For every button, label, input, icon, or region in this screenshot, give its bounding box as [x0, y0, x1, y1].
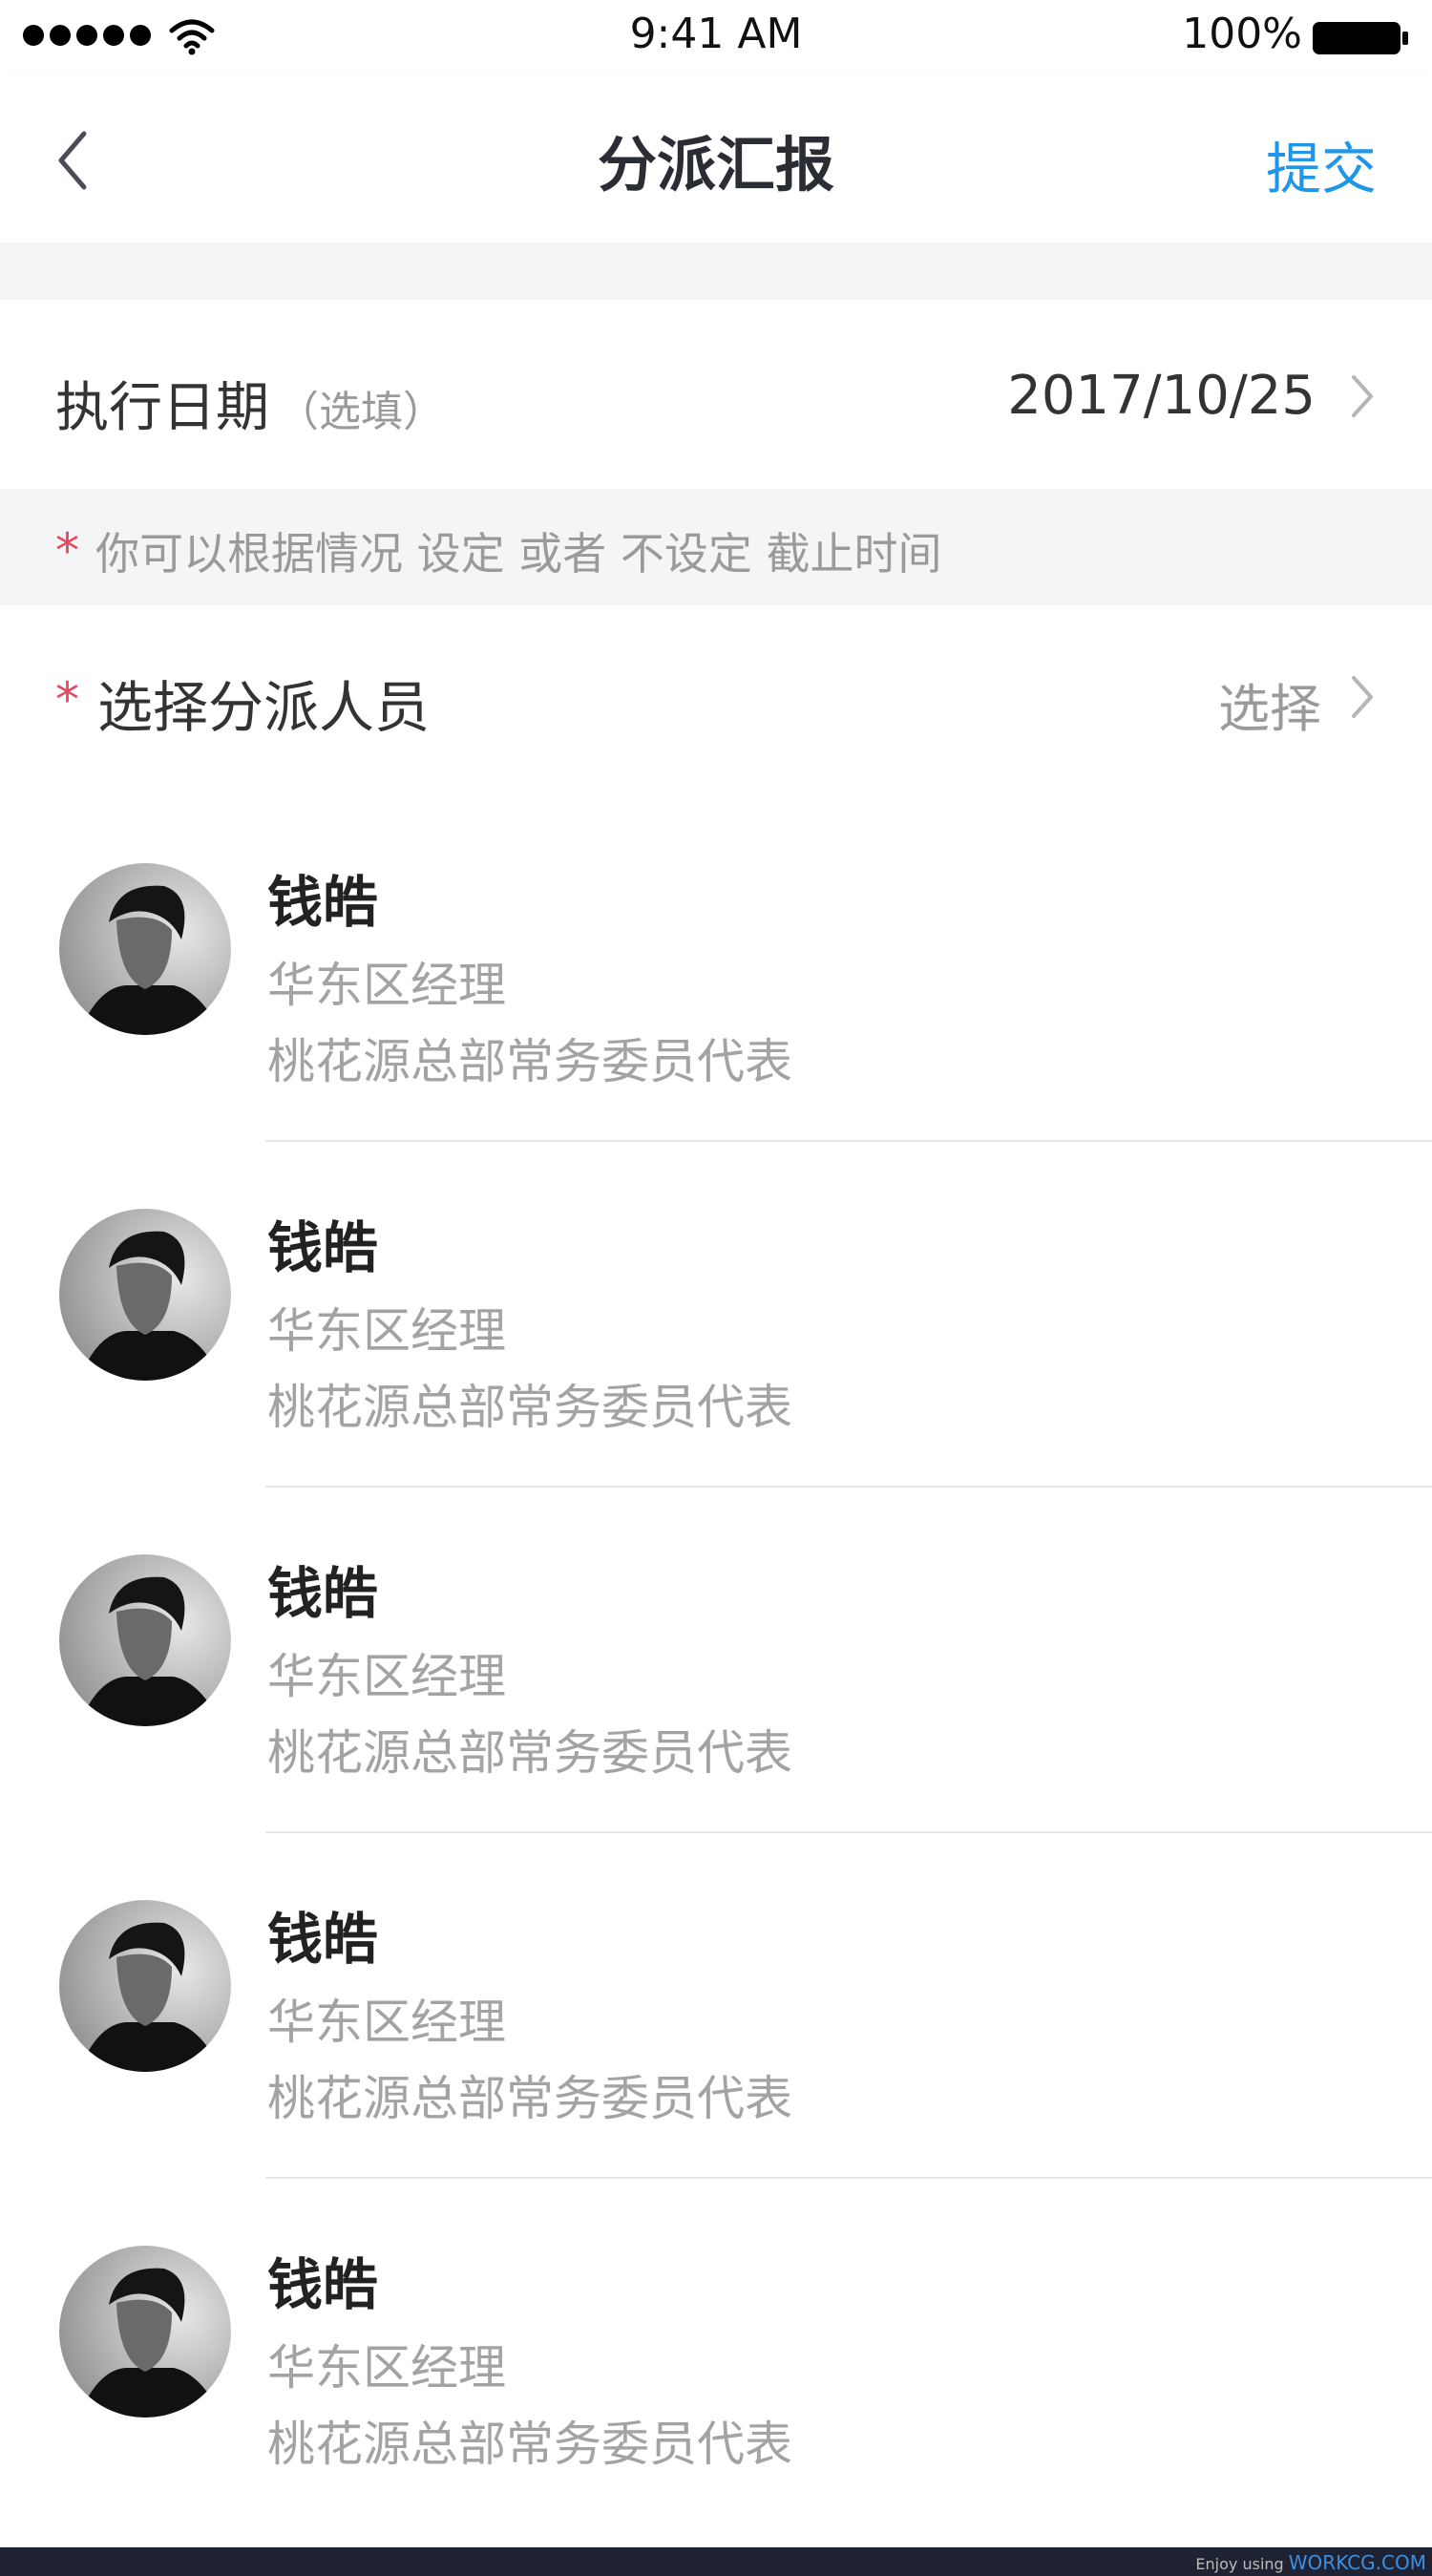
required-star: * — [55, 523, 79, 579]
footer-bar: Enjoy using WORKCG.COM — [0, 2547, 1432, 2576]
watermark: Enjoy using WORKCG.COM — [1195, 2551, 1426, 2574]
person-title: 华东区经理 — [267, 958, 506, 1013]
person-department: 桃花源总部常务委员代表 — [267, 1380, 792, 1435]
list-item[interactable]: 钱皓 华东区经理 桃花源总部常务委员代表 — [0, 1142, 1432, 1488]
select-assignee-row[interactable]: * 选择分派人员 选择 — [0, 605, 1432, 796]
submit-button[interactable]: 提交 — [1266, 124, 1377, 204]
select-assignee-button[interactable]: 选择 — [1218, 666, 1321, 742]
execution-date-label: 执行日期 （选填） — [55, 365, 445, 442]
avatar-image — [59, 2246, 231, 2418]
person-title: 华东区经理 — [267, 2340, 506, 2396]
navigation-bar: 分派汇报 提交 — [0, 76, 1432, 243]
optional-hint: （选填） — [277, 388, 445, 436]
avatar — [59, 1900, 231, 2072]
avatar-image — [59, 1900, 231, 2072]
battery-percentage: 100% — [1182, 10, 1302, 58]
person-title: 华东区经理 — [267, 1649, 506, 1704]
status-bar: 9:41 AM 100% — [0, 0, 1432, 76]
select-assignee-label: 选择分派人员 — [97, 675, 431, 740]
avatar — [59, 1209, 231, 1381]
chevron-right-icon — [1352, 375, 1373, 417]
required-star: * — [55, 672, 79, 728]
avatar-image — [59, 1209, 231, 1381]
person-department: 桃花源总部常务委员代表 — [267, 1034, 792, 1089]
list-item[interactable]: 钱皓 华东区经理 桃花源总部常务委员代表 — [0, 2179, 1432, 2524]
avatar-image — [59, 1554, 231, 1726]
battery-icon — [1313, 22, 1408, 54]
person-name: 钱皓 — [267, 1561, 379, 1626]
page-title: 分派汇报 — [597, 130, 834, 200]
person-name: 钱皓 — [267, 1215, 379, 1280]
list-item[interactable]: 钱皓 华东区经理 桃花源总部常务委员代表 — [0, 1488, 1432, 1833]
hint-text: 你可以根据情况 设定 或者 不设定 截止时间 — [95, 528, 942, 580]
watermark-brand: WORKCG.COM — [1288, 2551, 1426, 2574]
person-title: 华东区经理 — [267, 1995, 506, 2050]
avatar — [59, 1554, 231, 1726]
avatar — [59, 2246, 231, 2418]
watermark-prefix: Enjoy using — [1195, 2555, 1284, 2573]
person-name: 钱皓 — [267, 1907, 379, 1972]
execution-date-label-text: 执行日期 — [55, 377, 269, 439]
avatar-image — [59, 863, 231, 1035]
person-department: 桃花源总部常务委员代表 — [267, 1725, 792, 1781]
section-spacer — [0, 243, 1432, 300]
person-department: 桃花源总部常务委员代表 — [267, 2417, 792, 2472]
assignee-list: 钱皓 华东区经理 桃花源总部常务委员代表 钱皓 华东区经理 桃花源总部常务委员代… — [0, 796, 1432, 2524]
person-name: 钱皓 — [267, 870, 379, 935]
list-item[interactable]: 钱皓 华东区经理 桃花源总部常务委员代表 — [0, 1833, 1432, 2179]
execution-date-value[interactable]: 2017/10/25 — [1007, 365, 1316, 427]
deadline-hint: * 你可以根据情况 设定 或者 不设定 截止时间 — [0, 489, 1432, 605]
execution-date-row[interactable]: 执行日期 （选填） 2017/10/25 — [0, 300, 1432, 489]
person-title: 华东区经理 — [267, 1303, 506, 1359]
person-name: 钱皓 — [267, 2252, 379, 2317]
chevron-right-icon — [1352, 676, 1373, 718]
person-department: 桃花源总部常务委员代表 — [267, 2071, 792, 2126]
avatar — [59, 863, 231, 1035]
list-item[interactable]: 钱皓 华东区经理 桃花源总部常务委员代表 — [0, 796, 1432, 1142]
